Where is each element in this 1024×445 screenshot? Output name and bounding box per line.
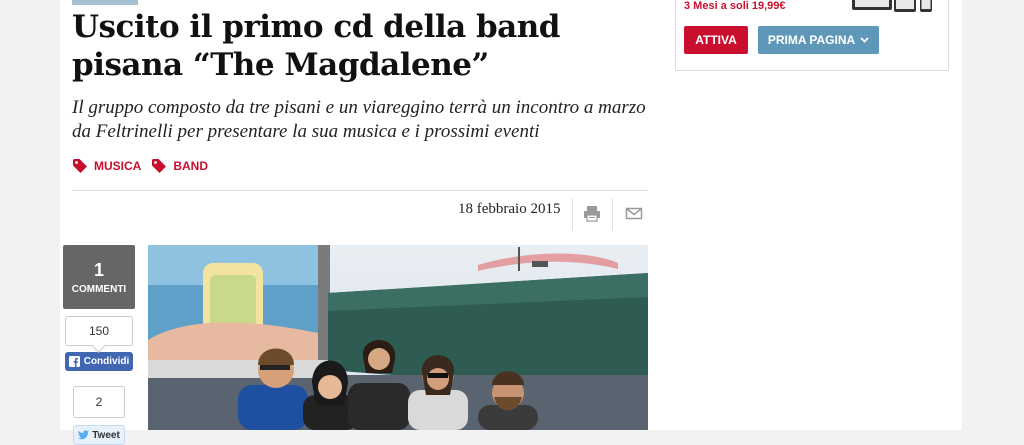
facebook-share-label: Condividi	[83, 356, 130, 367]
tag-label: BAND	[173, 159, 209, 173]
chevron-down-icon	[860, 37, 869, 43]
prima-pagina-label: PRIMA PAGINA	[767, 33, 856, 47]
attiva-button[interactable]: ATTIVA	[684, 26, 748, 54]
facebook-icon	[68, 356, 80, 367]
twitter-icon	[78, 430, 90, 440]
twitter-share-button[interactable]: Tweet	[73, 425, 125, 445]
email-icon[interactable]	[625, 204, 643, 222]
article-title: Uscito il primo cd della band pisana “Th…	[72, 9, 560, 83]
facebook-share-button[interactable]: Condividi	[65, 352, 133, 371]
tag-list: MUSICA BAND	[72, 158, 208, 174]
divider	[572, 198, 573, 230]
tag-musica[interactable]: MUSICA	[72, 158, 141, 174]
social-share-column: 1 COMMENTI 150 Condividi 2 Tweet	[63, 245, 135, 445]
article-photo[interactable]	[148, 245, 648, 430]
article-subtitle: Il gruppo composto da tre pisani e un vi…	[72, 97, 646, 142]
comments-count: 1	[93, 259, 104, 280]
twitter-share-label: Tweet	[92, 429, 120, 441]
subscription-box: 3 Mesi a soli 19,99€ ATTIVA PRIMA PAGINA	[675, 0, 949, 71]
facebook-share-count: 150	[65, 316, 133, 346]
divider	[72, 190, 648, 191]
tag-icon	[73, 159, 87, 173]
comments-label: COMMENTI	[71, 283, 127, 295]
tag-label: MUSICA	[94, 159, 142, 173]
promo-text: 3 Mesi a soli 19,99€	[684, 0, 786, 12]
section-label-stub	[72, 0, 138, 5]
divider	[612, 198, 613, 230]
devices-image	[852, 0, 932, 12]
article-date: 18 febbraio 2015	[458, 201, 561, 217]
comments-button[interactable]: 1 COMMENTI	[63, 245, 135, 309]
print-icon[interactable]	[583, 204, 601, 222]
tag-band[interactable]: BAND	[151, 158, 208, 174]
twitter-share-count: 2	[73, 386, 125, 418]
tag-icon	[152, 159, 167, 173]
prima-pagina-button[interactable]: PRIMA PAGINA	[758, 26, 879, 54]
